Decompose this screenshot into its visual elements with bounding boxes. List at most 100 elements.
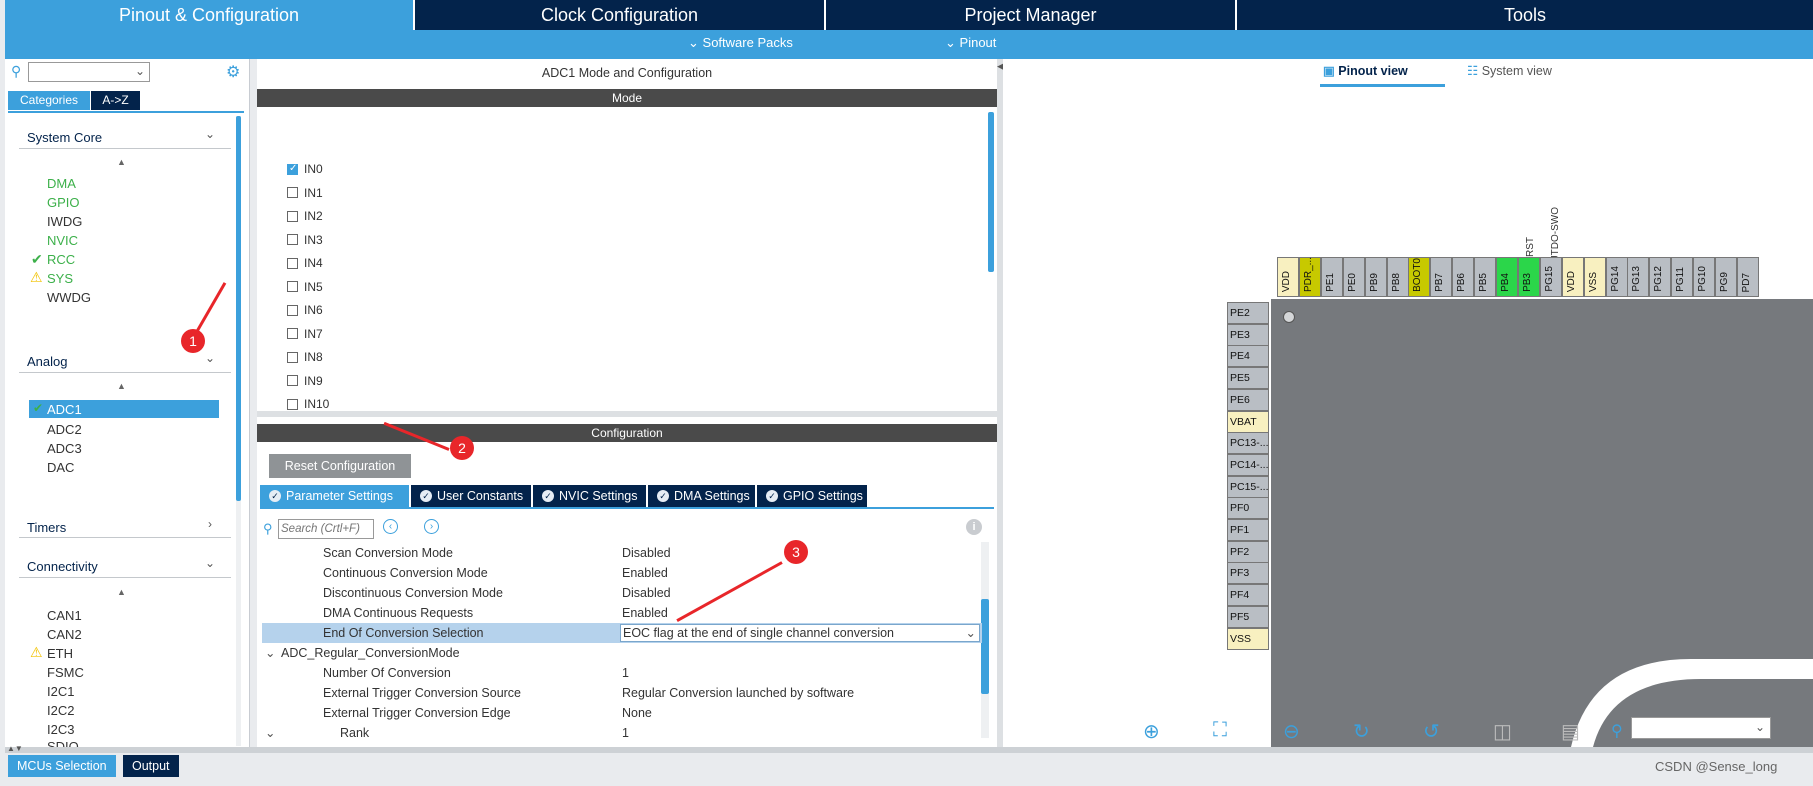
- pin-left[interactable]: PF0: [1227, 497, 1269, 520]
- tab-user-constants[interactable]: ✓ User Constants: [411, 485, 531, 507]
- reset-configuration-button[interactable]: Reset Configuration: [269, 454, 411, 478]
- fit-screen-icon[interactable]: ⛶: [1213, 719, 1227, 742]
- pin-top[interactable]: PB7: [1430, 257, 1453, 297]
- tab-gpio-settings[interactable]: ✓ GPIO Settings: [757, 485, 867, 507]
- tab-a-z[interactable]: A->Z: [91, 91, 140, 110]
- checkbox[interactable]: [287, 187, 298, 198]
- pin-left[interactable]: PF4: [1227, 584, 1269, 607]
- pin-top[interactable]: PG11: [1671, 257, 1694, 297]
- search-dropdown[interactable]: ⌄: [28, 62, 150, 82]
- section-system-core[interactable]: System Core: [27, 130, 102, 145]
- flip-horizontal-icon[interactable]: ▤: [1561, 719, 1580, 744]
- param-row-number-of-conversion[interactable]: Number Of Conversion 1: [262, 663, 982, 683]
- scrollbar-thumb[interactable]: [981, 599, 989, 694]
- mode-checkbox-row[interactable]: IN3: [287, 233, 323, 247]
- checkbox[interactable]: ✓: [287, 163, 298, 175]
- tab-parameter-settings[interactable]: ✓ Parameter Settings: [260, 485, 409, 507]
- pinout-menu[interactable]: ⌄ Pinout: [945, 35, 996, 51]
- chevron-right-icon[interactable]: ›: [208, 517, 212, 531]
- pin-left[interactable]: PE6: [1227, 388, 1269, 411]
- param-row-external-trigger-conversion-source[interactable]: External Trigger Conversion Source Regula…: [262, 683, 982, 703]
- pin-top[interactable]: PG13: [1627, 257, 1650, 297]
- sidebar-item-gpio[interactable]: GPIO: [47, 195, 80, 210]
- pin-left[interactable]: PC15-...: [1227, 475, 1269, 498]
- pin-left[interactable]: VSS: [1227, 627, 1269, 650]
- param-row-discontinuous-conversion-mode[interactable]: Discontinuous Conversion Mode Disabled: [262, 583, 982, 603]
- mode-checkbox-row[interactable]: IN6: [287, 303, 323, 317]
- mode-checkbox-row[interactable]: IN5: [287, 280, 323, 294]
- mode-checkbox-row[interactable]: IN8: [287, 350, 323, 364]
- scrollbar-thumb[interactable]: [236, 116, 241, 501]
- eoc-select[interactable]: EOC flag at the end of single channel co…: [620, 624, 980, 642]
- sidebar-item-adc3[interactable]: ADC3: [47, 441, 82, 456]
- pin-left[interactable]: PC13-...: [1227, 432, 1269, 455]
- mode-checkbox-row[interactable]: IN2: [287, 209, 323, 223]
- pin-left[interactable]: PE2: [1227, 302, 1269, 324]
- sidebar-item-eth[interactable]: ETH: [47, 646, 73, 661]
- tab-categories[interactable]: Categories: [8, 91, 90, 110]
- sort-icon[interactable]: ▲: [117, 381, 126, 391]
- pin-left[interactable]: PF5: [1227, 605, 1269, 628]
- pin-top[interactable]: VDD: [1277, 257, 1299, 297]
- pin-top[interactable]: PG14: [1605, 257, 1628, 297]
- sidebar-item-wwdg[interactable]: WWDG: [47, 290, 91, 305]
- param-row-dma-continuous-requests[interactable]: DMA Continuous Requests Enabled: [262, 603, 982, 623]
- tab-pinout-view[interactable]: ▣ Pinout view: [1323, 63, 1408, 83]
- checkbox[interactable]: [287, 281, 298, 292]
- pin-left[interactable]: VBAT: [1227, 410, 1269, 433]
- tab-system-view[interactable]: ☷ System view: [1467, 63, 1552, 83]
- pin-top[interactable]: PB4: [1496, 257, 1518, 297]
- tab-tools[interactable]: Tools: [1237, 0, 1813, 30]
- sidebar-item-iwdg[interactable]: IWDG: [47, 214, 82, 229]
- mode-checkbox-row[interactable]: IN4: [287, 256, 323, 270]
- param-row-rank[interactable]: ⌄ Rank 1: [262, 723, 982, 743]
- info-icon[interactable]: i: [966, 519, 982, 535]
- sidebar-item-fsmc[interactable]: FSMC: [47, 665, 84, 680]
- chevron-down-icon[interactable]: ⌄: [205, 351, 215, 365]
- pin-top[interactable]: PG10: [1693, 257, 1716, 297]
- tab-dma-settings[interactable]: ✓ DMA Settings: [648, 485, 755, 507]
- checkbox[interactable]: [287, 398, 298, 410]
- pin-top[interactable]: VDD: [1561, 257, 1584, 297]
- sidebar-item-sdio[interactable]: SDIO: [47, 739, 79, 747]
- mode-checkbox-row[interactable]: IN9: [287, 374, 323, 388]
- gear-icon[interactable]: ⚙: [226, 62, 240, 82]
- pin-left[interactable]: PE3: [1227, 323, 1269, 346]
- tab-clock-configuration[interactable]: Clock Configuration: [415, 0, 826, 30]
- mode-checkbox-row[interactable]: ✓ IN0: [287, 162, 323, 176]
- checkbox[interactable]: [287, 257, 298, 269]
- sidebar-item-dac[interactable]: DAC: [47, 460, 74, 475]
- param-row-continuous-conversion-mode[interactable]: Continuous Conversion Mode Enabled: [262, 563, 982, 583]
- collapse-icon[interactable]: ▲▼: [7, 744, 23, 753]
- checkbox[interactable]: [287, 351, 298, 363]
- pin-top[interactable]: PB3: [1517, 257, 1540, 297]
- sidebar-item-nvic[interactable]: NVIC: [47, 233, 78, 248]
- pin-left[interactable]: PE5: [1227, 367, 1269, 390]
- param-row-external-trigger-conversion-edge[interactable]: External Trigger Conversion Edge None: [262, 703, 982, 723]
- pin-left[interactable]: PF3: [1227, 562, 1269, 585]
- pin-top[interactable]: PB9: [1364, 257, 1387, 297]
- pin-top[interactable]: BOOT0: [1408, 257, 1431, 297]
- rotate-left-icon[interactable]: ↺: [1423, 719, 1440, 744]
- pin-top[interactable]: PB5: [1474, 257, 1497, 297]
- previous-icon[interactable]: ‹: [383, 519, 398, 534]
- rotate-right-icon[interactable]: ↻: [1353, 719, 1370, 744]
- zoom-out-icon[interactable]: ⊖: [1283, 719, 1300, 744]
- chevron-down-icon[interactable]: ⌄: [205, 127, 215, 141]
- sidebar-item-i2c2[interactable]: I2C2: [47, 703, 74, 718]
- pin-top[interactable]: PE0: [1342, 257, 1365, 297]
- horizontal-splitter[interactable]: ▲▼: [5, 744, 1813, 753]
- pin-top[interactable]: VSS: [1583, 257, 1606, 297]
- param-row-end-of-conversion-selection[interactable]: End Of Conversion Selection EOC flag at …: [262, 623, 982, 643]
- sidebar-item-dma[interactable]: DMA: [47, 176, 76, 191]
- pin-search-dropdown[interactable]: ⌄: [1631, 717, 1771, 739]
- section-connectivity[interactable]: Connectivity: [27, 559, 98, 574]
- pin-top[interactable]: PB6: [1452, 257, 1475, 297]
- tab-pinout-configuration[interactable]: Pinout & Configuration: [5, 0, 415, 30]
- tab-nvic-settings[interactable]: ✓ NVIC Settings: [533, 485, 646, 507]
- tab-project-manager[interactable]: Project Manager: [826, 0, 1237, 30]
- mode-checkbox-row[interactable]: IN10: [287, 397, 329, 411]
- sidebar-item-sys[interactable]: SYS: [47, 271, 73, 286]
- pin-top[interactable]: PG9: [1715, 257, 1737, 297]
- next-icon[interactable]: ›: [424, 519, 439, 534]
